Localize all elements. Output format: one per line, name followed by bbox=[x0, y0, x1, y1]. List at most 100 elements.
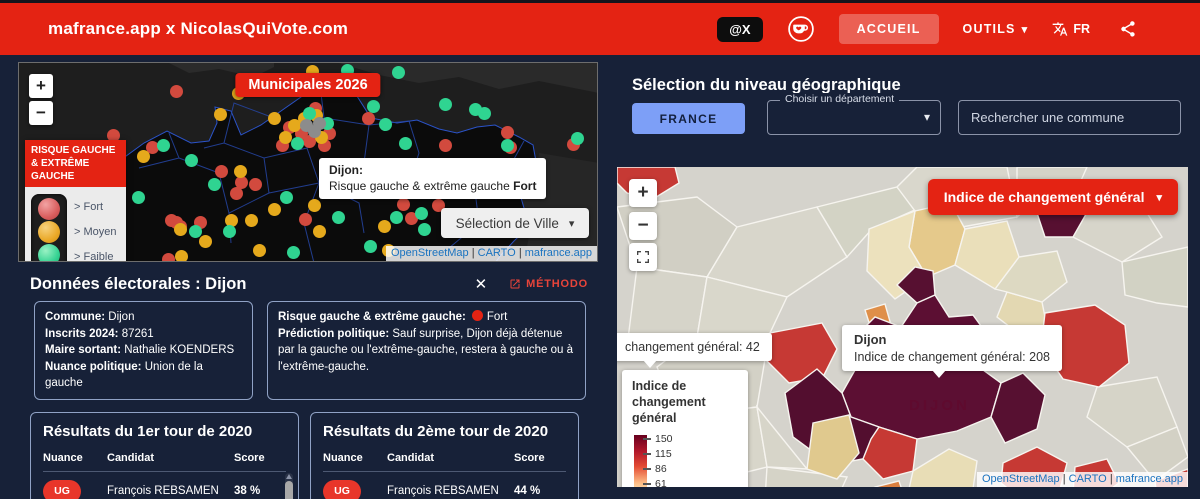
city-risk-dot[interactable] bbox=[157, 139, 170, 152]
attribution-link[interactable]: mafrance.app bbox=[1116, 473, 1183, 485]
city-risk-dot[interactable] bbox=[392, 66, 405, 79]
city-risk-dot[interactable] bbox=[287, 246, 300, 259]
city-risk-dot[interactable] bbox=[308, 199, 321, 212]
city-risk-dot[interactable] bbox=[415, 207, 428, 220]
city-risk-dot[interactable] bbox=[132, 191, 145, 204]
close-icon[interactable]: ✕ bbox=[475, 275, 488, 293]
outils-menu[interactable]: OUTILS ▾ bbox=[963, 22, 1029, 36]
city-risk-dot[interactable] bbox=[501, 126, 514, 139]
city-risk-dot[interactable] bbox=[332, 211, 345, 224]
table-scrollbar[interactable] bbox=[285, 472, 293, 499]
legend-item-faible: > Faible bbox=[74, 251, 114, 262]
zoom-out-button[interactable]: − bbox=[29, 101, 53, 125]
city-select-dropdown[interactable]: Sélection de Ville ▾ bbox=[441, 208, 589, 238]
city-risk-dot[interactable] bbox=[299, 213, 312, 226]
attribution-link[interactable]: CARTO bbox=[478, 247, 516, 259]
risk-legend: RISQUE GAUCHE & EXTRÊME GAUCHE > Fort > … bbox=[25, 140, 126, 262]
city-risk-dot[interactable] bbox=[268, 203, 281, 216]
city-risk-dot[interactable] bbox=[367, 100, 380, 113]
choropleth-legend: Indice de changement général 150 115 86 … bbox=[622, 370, 748, 487]
scroll-up-icon[interactable] bbox=[286, 473, 292, 479]
city-risk-dot[interactable] bbox=[390, 211, 403, 224]
city-label: DIJON bbox=[909, 397, 970, 414]
attribution-link[interactable]: OpenStreetMap bbox=[982, 473, 1060, 485]
city-risk-dot[interactable] bbox=[170, 85, 183, 98]
commune-polygon[interactable] bbox=[764, 322, 838, 384]
city-risk-dot[interactable] bbox=[439, 139, 452, 152]
commune-search-input[interactable] bbox=[958, 100, 1181, 135]
city-risk-dot[interactable] bbox=[137, 150, 150, 163]
city-risk-dot[interactable] bbox=[362, 112, 375, 125]
yellow-light bbox=[38, 221, 60, 243]
departement-select[interactable]: Choisir un département ▾ bbox=[767, 93, 941, 135]
fullscreen-button[interactable] bbox=[629, 243, 657, 271]
legend-item-fort: > Fort bbox=[74, 200, 104, 213]
top-header: mafrance.app x NicolasQuiVote.com @X ACC… bbox=[0, 0, 1200, 55]
city-risk-dot[interactable] bbox=[215, 165, 228, 178]
fullscreen-icon bbox=[637, 251, 649, 263]
city-risk-dot[interactable] bbox=[174, 223, 187, 236]
city-risk-dot[interactable] bbox=[291, 137, 304, 150]
commune-polygon[interactable] bbox=[908, 448, 978, 487]
commune-polygon[interactable] bbox=[873, 480, 905, 487]
share-icon[interactable] bbox=[1114, 15, 1142, 43]
city-risk-dot[interactable] bbox=[162, 253, 175, 261]
table-title: Résultats du 1er tour de 2020 bbox=[43, 422, 253, 440]
x-twitter-button[interactable]: @X bbox=[717, 16, 763, 42]
methodo-link[interactable]: MÉTHODO bbox=[509, 278, 588, 290]
scrollbar-thumb[interactable] bbox=[285, 480, 293, 499]
city-risk-dot[interactable] bbox=[399, 137, 412, 150]
city-risk-dot[interactable] bbox=[189, 225, 202, 238]
city-risk-dot[interactable] bbox=[418, 223, 431, 236]
city-risk-dot[interactable] bbox=[439, 98, 452, 111]
zoom-in-button[interactable]: + bbox=[29, 74, 53, 98]
choropleth-map[interactable]: DIJON + − Indice de changement général ▾… bbox=[617, 167, 1188, 487]
kofi-coffee-icon[interactable] bbox=[787, 15, 815, 43]
city-risk-dot[interactable] bbox=[501, 139, 514, 152]
zoom-out-button[interactable]: − bbox=[629, 212, 657, 240]
map-attribution: OpenStreetMap | CARTO | mafrance.app bbox=[386, 246, 597, 261]
city-risk-dot[interactable] bbox=[478, 107, 491, 120]
city-risk-dot[interactable] bbox=[199, 235, 212, 248]
commune-polygon[interactable] bbox=[806, 414, 860, 480]
city-risk-dot[interactable] bbox=[214, 108, 227, 121]
zoom-in-button[interactable]: + bbox=[629, 179, 657, 207]
city-risk-dot[interactable] bbox=[175, 250, 188, 261]
france-risk-map[interactable]: + − Municipales 2026 RISQUE GAUCHE & EXT… bbox=[18, 62, 598, 262]
city-risk-dot[interactable] bbox=[397, 198, 410, 211]
language-selector[interactable]: FR bbox=[1052, 21, 1090, 37]
city-risk-dot[interactable] bbox=[253, 244, 266, 257]
city-risk-dot[interactable] bbox=[230, 187, 243, 200]
city-risk-dot[interactable] bbox=[364, 240, 377, 253]
city-risk-dot[interactable] bbox=[185, 154, 198, 167]
city-risk-dot[interactable] bbox=[234, 165, 247, 178]
city-risk-dot[interactable] bbox=[245, 214, 258, 227]
indicator-dropdown[interactable]: Indice de changement général ▾ bbox=[927, 179, 1178, 215]
results-table-tour2: Résultats du 2ème tour de 2020 Nuance Ca… bbox=[310, 411, 579, 499]
city-risk-dot[interactable] bbox=[249, 178, 262, 191]
map-tooltip-dijon: Dijon: Risque gauche & extrême gauche Fo… bbox=[319, 158, 547, 199]
city-risk-dot[interactable] bbox=[313, 225, 326, 238]
france-button[interactable]: FRANCE bbox=[632, 103, 745, 134]
tooltip-risk-value: Fort bbox=[513, 179, 537, 193]
attribution-link[interactable]: CARTO bbox=[1069, 473, 1107, 485]
risk-dot bbox=[471, 310, 483, 321]
left-panel: + − Municipales 2026 RISQUE GAUCHE & EXT… bbox=[18, 62, 598, 499]
city-risk-dot[interactable] bbox=[379, 118, 392, 131]
results-table-tour1: Résultats du 1er tour de 2020 Nuance Can… bbox=[30, 411, 299, 499]
city-risk-dot[interactable] bbox=[313, 117, 326, 130]
green-light bbox=[38, 244, 60, 261]
city-risk-dot[interactable] bbox=[280, 191, 293, 204]
table-row[interactable]: UG François REBSAMEN 44 % bbox=[323, 472, 566, 499]
city-risk-dot[interactable] bbox=[268, 112, 281, 125]
accueil-button[interactable]: ACCUEIL bbox=[838, 14, 939, 44]
attribution-link[interactable]: OpenStreetMap bbox=[391, 247, 469, 259]
electoral-panel-title: Données électorales : Dijon bbox=[30, 274, 247, 293]
city-risk-dot[interactable] bbox=[208, 178, 221, 191]
chevron-down-icon: ▾ bbox=[568, 217, 575, 230]
city-risk-dot[interactable] bbox=[378, 220, 391, 233]
city-risk-dot[interactable] bbox=[571, 132, 584, 145]
table-row[interactable]: UG François REBSAMEN 38 % bbox=[43, 472, 286, 499]
attribution-link[interactable]: mafrance.app bbox=[525, 247, 592, 259]
city-risk-dot[interactable] bbox=[223, 225, 236, 238]
